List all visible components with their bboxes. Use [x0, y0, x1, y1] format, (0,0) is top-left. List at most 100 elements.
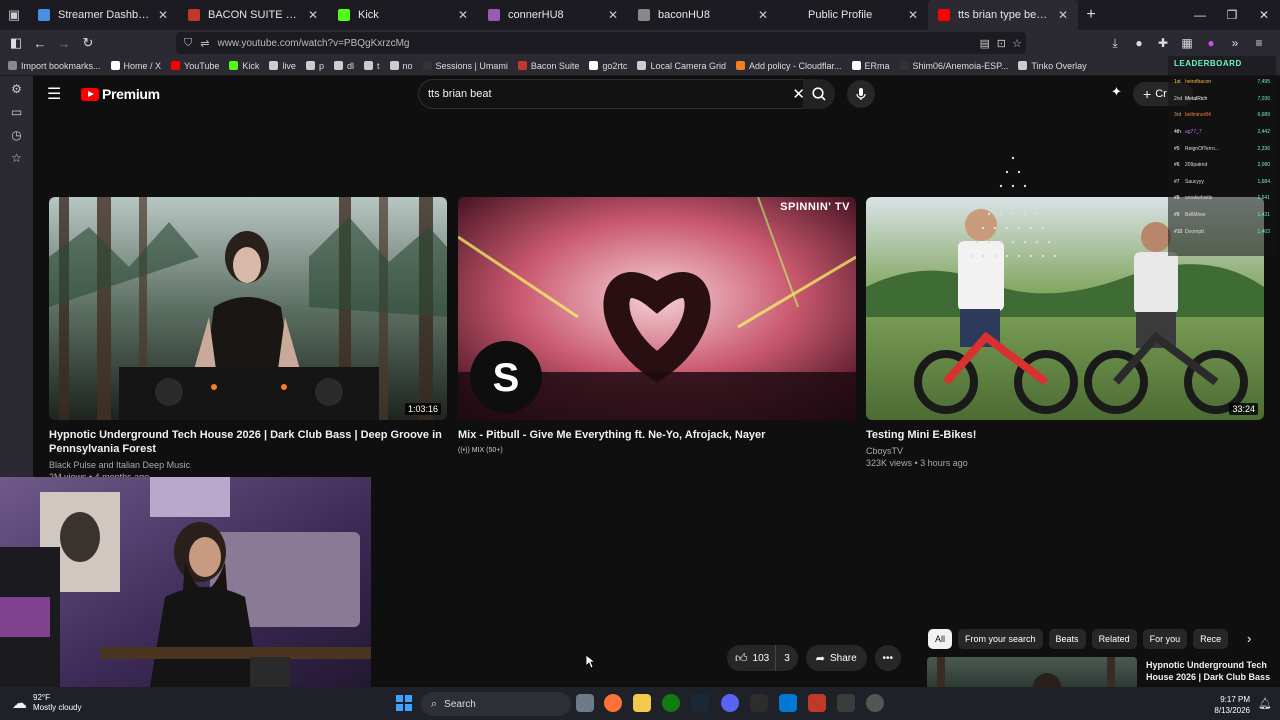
firefox-icon[interactable]	[604, 694, 622, 712]
bookmark-item[interactable]: Tinko Overlay	[1018, 61, 1087, 71]
reload-icon[interactable]: ↻	[76, 35, 100, 51]
app-icon[interactable]	[837, 694, 855, 712]
bookmark-item[interactable]: YouTube	[171, 61, 219, 71]
channel-name[interactable]: CboysTV	[866, 445, 1264, 457]
back-icon[interactable]: ←	[28, 36, 52, 51]
new-tab-button[interactable]: +	[1078, 6, 1104, 24]
extension-icon[interactable]: ▦	[1175, 36, 1199, 50]
xbox-icon[interactable]	[662, 694, 680, 712]
video-title[interactable]: Mix - Pitbull - Give Me Everything ft. N…	[458, 428, 856, 442]
close-icon[interactable]: ✕	[458, 8, 468, 22]
close-icon[interactable]: ✕	[1058, 8, 1068, 22]
close-icon[interactable]: ✕	[908, 8, 918, 22]
vscode-icon[interactable]	[779, 694, 797, 712]
filter-chip[interactable]: All	[928, 629, 953, 649]
bookmarks-icon[interactable]: ☆	[11, 151, 22, 174]
discord-icon[interactable]	[721, 694, 739, 712]
search-input[interactable]: tts brian beat ✕	[418, 79, 813, 109]
bookmark-item[interactable]: ERma	[851, 61, 890, 71]
video-title[interactable]: Testing Mini E-Bikes!	[866, 428, 1264, 442]
tab-2[interactable]: Kick ✕	[328, 0, 478, 30]
site-info-icon[interactable]: ⇌	[200, 37, 209, 50]
video-thumbnail[interactable]: S SPINNIN' TV	[458, 197, 856, 420]
close-icon[interactable]: ✕	[758, 8, 768, 22]
more-actions-button[interactable]: •••	[874, 645, 901, 671]
history-icon[interactable]: ◷	[11, 128, 21, 151]
bookmark-item[interactable]: t	[363, 61, 380, 71]
filter-chip[interactable]: From your search	[958, 629, 1043, 649]
tools-icon[interactable]: »	[1223, 36, 1247, 50]
restore-icon[interactable]: ❐	[1216, 0, 1248, 30]
bookmark-item[interactable]: Add policy - Cloudflar...	[735, 61, 842, 71]
reader-view-icon[interactable]: ▤	[980, 37, 990, 50]
search-button[interactable]	[803, 79, 835, 109]
system-clock[interactable]: 9:17 PM 8/13/2026	[1214, 694, 1250, 716]
sidebar-toggle-icon[interactable]: ◧	[4, 35, 28, 51]
up-next-item[interactable]: Hypnotic Underground Tech House 2026 | D…	[927, 657, 1280, 687]
url-bar[interactable]: ⛉ ⇌ www.youtube.com/watch?v=PBQgKxrzcMg …	[176, 32, 1026, 54]
video-title[interactable]: Hypnotic Underground Tech House 2026 | D…	[49, 428, 447, 456]
task-view-icon[interactable]	[576, 694, 594, 712]
app-icon[interactable]	[808, 694, 826, 712]
video-card[interactable]: 1:03:16 Hypnotic Underground Tech House …	[49, 197, 447, 483]
tab-5[interactable]: Public Profile ✕	[778, 0, 928, 30]
save-page-icon[interactable]: ⊡	[997, 37, 1006, 50]
bookmark-item[interactable]: Bacon Suite	[517, 61, 579, 71]
close-icon[interactable]: ✕	[158, 8, 168, 22]
weather-widget[interactable]: ☁ 92°F Mostly cloudy	[12, 693, 81, 713]
minimize-icon[interactable]: —	[1184, 0, 1216, 30]
steam-icon[interactable]	[691, 694, 709, 712]
account-icon[interactable]: ●	[1127, 36, 1151, 50]
windows-start-icon[interactable]	[396, 695, 412, 711]
terminal-icon[interactable]	[750, 694, 768, 712]
synced-tabs-icon[interactable]: ▭	[11, 105, 22, 128]
up-next-title[interactable]: Hypnotic Underground Tech House 2026 | D…	[1146, 659, 1276, 683]
filter-chip[interactable]: For you	[1142, 629, 1188, 649]
bookmark-item[interactable]: Sessions | Umami	[422, 61, 508, 71]
tab-0[interactable]: Streamer Dashboard | Tinkobot ✕	[28, 0, 178, 30]
filter-chip[interactable]: Related	[1091, 629, 1137, 649]
close-icon[interactable]: ✕	[308, 8, 318, 22]
bookmark-item[interactable]: Import bookmarks...	[8, 61, 101, 71]
ai-chat-icon[interactable]: ⚙	[11, 82, 22, 105]
channel-name[interactable]: Black Pulse and Italian Deep Music	[49, 459, 447, 471]
tab-list-icon[interactable]: ▣	[0, 7, 28, 23]
youtube-logo[interactable]: Premium	[81, 86, 160, 102]
file-explorer-icon[interactable]	[633, 694, 651, 712]
bookmark-item[interactable]: Shim06/Anemoia-ESP...	[899, 61, 1008, 71]
filter-chip[interactable]: Beats	[1048, 629, 1086, 649]
tab-6-active[interactable]: tts brian type beat - YouTube ✕	[928, 0, 1078, 30]
obs-icon[interactable]	[866, 694, 884, 712]
tab-3[interactable]: connerHU8 ✕	[478, 0, 628, 30]
filter-chip[interactable]: Rece	[1193, 629, 1229, 649]
profile-icon[interactable]: ●	[1199, 36, 1223, 50]
forward-icon[interactable]: →	[52, 36, 76, 51]
bookmark-item[interactable]: Home / X	[110, 61, 161, 71]
like-button[interactable]: 👍︎ 103	[727, 645, 776, 671]
bookmark-item[interactable]: no	[389, 61, 413, 71]
window-close-icon[interactable]: ✕	[1248, 0, 1280, 30]
extensions-icon[interactable]: ✚	[1151, 36, 1175, 50]
up-next-thumbnail[interactable]	[927, 657, 1137, 687]
video-card[interactable]: S SPINNIN' TV Mix - Pitbull - Give Me Ev…	[458, 197, 856, 457]
bookmark-item[interactable]: go2rtc	[589, 61, 627, 71]
menu-icon[interactable]: ≡	[1247, 36, 1271, 50]
notification-icon[interactable]: 🔔︎	[1258, 697, 1272, 710]
hamburger-menu-icon[interactable]: ☰	[47, 84, 61, 104]
bookmark-star-icon[interactable]: ☆	[1012, 37, 1022, 50]
bookmark-item[interactable]: Local Camera Grid	[637, 61, 726, 71]
chevron-right-icon[interactable]: ›	[1247, 631, 1251, 646]
cast-icon[interactable]: ✦	[1111, 84, 1122, 100]
bookmark-item[interactable]: p	[305, 61, 324, 71]
share-button[interactable]: ➦ Share	[805, 645, 867, 671]
tab-4[interactable]: baconHU8 ✕	[628, 0, 778, 30]
voice-search-button[interactable]	[847, 80, 875, 108]
taskbar-search[interactable]: ⌕ Search	[421, 692, 571, 716]
bookmark-item[interactable]: live	[269, 61, 296, 71]
tab-1[interactable]: BACON SUITE V4 // COMMAND ✕	[178, 0, 328, 30]
video-thumbnail[interactable]: 1:03:16	[49, 197, 447, 420]
download-icon[interactable]: ⤓	[1103, 36, 1127, 51]
shield-icon[interactable]: ⛉	[184, 37, 192, 50]
dislike-button[interactable]: 3	[775, 645, 798, 671]
bookmark-item[interactable]: dl	[333, 61, 354, 71]
